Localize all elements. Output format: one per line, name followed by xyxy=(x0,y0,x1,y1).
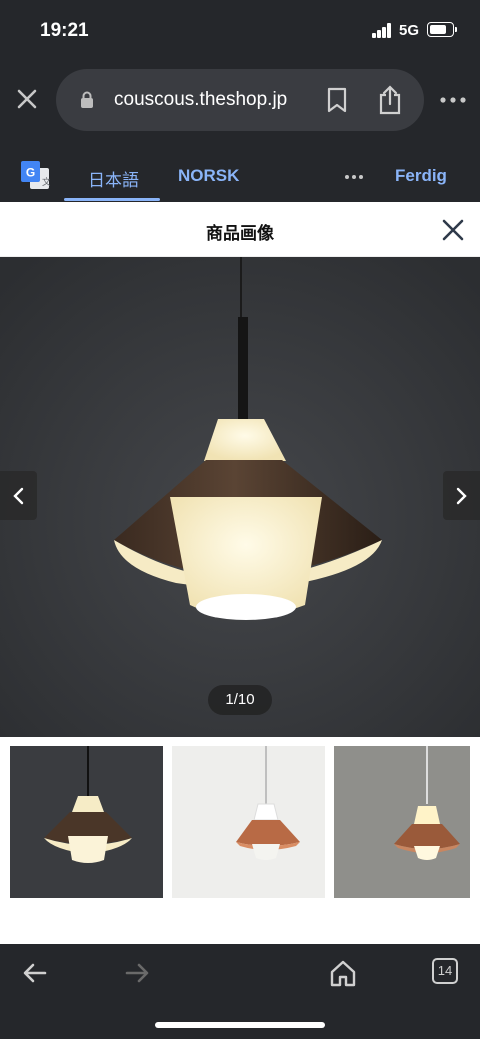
browser-chrome-bottom: 14 xyxy=(0,944,480,1039)
home-icon[interactable] xyxy=(328,958,358,988)
browser-chrome-top: 19:21 5G couscous.theshop.jp G 文 日本語 NOR… xyxy=(0,0,480,202)
url-text: couscous.theshop.jp xyxy=(114,89,288,110)
tabs-icon[interactable]: 14 xyxy=(432,958,458,984)
translate-bar: G 文 日本語 NORSK Ferdig xyxy=(0,148,480,202)
thumbnail-2[interactable] xyxy=(172,746,325,898)
svg-text:G: G xyxy=(26,166,35,180)
close-icon[interactable] xyxy=(440,217,466,243)
home-indicator xyxy=(155,1022,325,1028)
thumbnail-1[interactable] xyxy=(10,746,163,898)
next-image-button[interactable] xyxy=(443,471,480,520)
previous-image-button[interactable] xyxy=(0,471,37,520)
google-translate-icon: G 文 xyxy=(21,161,50,189)
more-icon[interactable] xyxy=(344,174,364,180)
signal-icon xyxy=(372,22,394,38)
thumbnail-strip xyxy=(0,746,480,898)
close-icon[interactable] xyxy=(14,86,40,112)
address-row: couscous.theshop.jp xyxy=(0,66,480,132)
more-icon[interactable] xyxy=(438,90,468,110)
tab-norwegian[interactable]: NORSK xyxy=(178,166,239,186)
share-icon[interactable] xyxy=(378,85,402,115)
address-bar[interactable]: couscous.theshop.jp xyxy=(56,69,424,131)
chevron-right-icon xyxy=(456,487,467,505)
thumbnail-3[interactable] xyxy=(334,746,470,898)
svg-text:文: 文 xyxy=(42,176,50,188)
network-label: 5G xyxy=(399,22,420,39)
done-button[interactable]: Ferdig xyxy=(395,166,447,186)
forward-icon[interactable] xyxy=(122,958,152,988)
pendant-lamp-photo xyxy=(0,257,480,737)
modal-header: 商品画像 xyxy=(0,202,480,257)
chevron-left-icon xyxy=(13,487,24,505)
bookmark-icon[interactable] xyxy=(326,87,348,113)
product-image[interactable]: 1/10 xyxy=(0,257,480,737)
status-bar: 19:21 5G xyxy=(0,0,480,60)
tab-japanese[interactable]: 日本語 xyxy=(88,166,139,191)
page-title: 商品画像 xyxy=(206,224,274,243)
back-icon[interactable] xyxy=(20,958,50,988)
selected-tab-indicator xyxy=(64,198,160,201)
battery-icon xyxy=(427,22,457,37)
lock-icon xyxy=(81,91,93,108)
status-time: 19:21 xyxy=(40,20,89,41)
image-counter: 1/10 xyxy=(208,685,272,715)
